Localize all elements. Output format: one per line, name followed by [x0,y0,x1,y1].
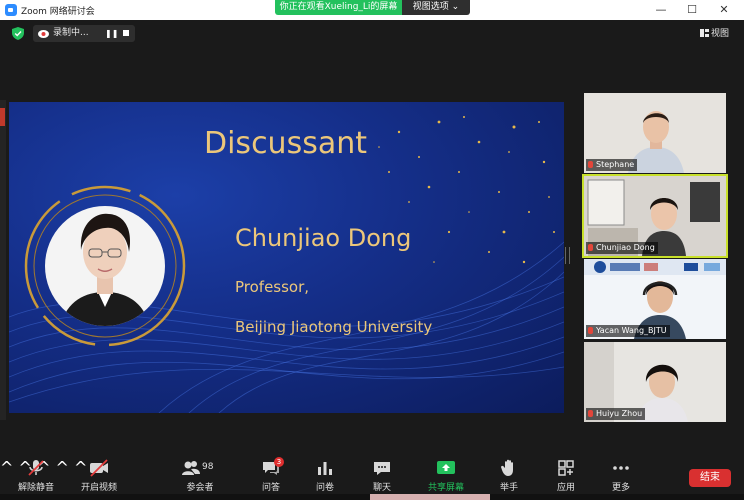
maximize-button[interactable]: ☐ [684,2,700,18]
pause-recording-icon[interactable]: ❚❚ [105,29,118,38]
participants-button[interactable]: 98 参会者 [175,458,225,493]
speaker-organization: Beijing Jiaotong University [235,318,433,336]
stop-recording-icon[interactable] [123,30,129,36]
participant-name-label: Yacan Wang_BJTU [586,325,670,337]
share-screen-button[interactable]: 共享屏幕 [421,458,471,493]
panel-resize-handle[interactable] [565,247,570,264]
cloud-recording-icon [38,30,49,38]
participant-name-label: Chunjiao Dong [586,242,658,254]
start-video-label: 开启视频 [80,483,117,493]
zoom-logo-icon [5,4,17,16]
shared-screen-slide: Discussant Chunjiao Dong Professor, Beij… [9,102,564,413]
muted-mic-icon [588,244,593,251]
participants-icon [182,461,200,475]
view-options-button[interactable]: 视图选项 ⌄ [402,0,470,15]
speaker-role: Professor, [235,278,310,296]
participant-tile[interactable]: Huiyu Zhou [584,342,726,422]
recording-label: 录制中... [53,28,89,38]
bottom-edge-strip [0,494,744,500]
screen-share-banner: 你正在观看Xueling_Li的屏幕 视图选项 ⌄ [275,0,470,15]
polls-button[interactable]: 问卷 [300,458,350,493]
view-button[interactable]: 视图 [700,26,729,39]
apps-button[interactable]: 应用 [541,458,591,493]
chat-bubble-icon [374,462,390,475]
muted-mic-icon [588,410,593,417]
apps-label: 应用 [556,483,575,493]
security-shield-icon[interactable] [12,27,24,40]
qa-label: 问答 [261,483,280,493]
chat-label: 聊天 [372,483,391,493]
unmute-button[interactable]: 解除静音 [11,458,61,493]
polls-bar-chart-icon [318,462,332,475]
left-edge-strip [0,100,6,420]
muted-microphone-icon [28,460,44,476]
grid-view-icon [700,29,709,37]
polls-label: 问卷 [315,483,334,493]
unmute-label: 解除静音 [17,483,54,493]
minimize-button[interactable]: — [653,2,669,18]
participants-count: 98 [202,462,214,472]
participant-tile[interactable]: Stephane [584,93,726,173]
window-title: Zoom 网络研讨会 [21,7,95,17]
recording-indicator: 录制中... ❚❚ [33,25,135,42]
share-screen-icon [437,461,455,474]
participant-name-label: Huiyu Zhou [586,408,646,420]
raise-hand-icon [501,459,513,476]
raise-hand-label: 举手 [499,483,518,493]
qa-button[interactable]: 3 问答 [246,457,296,493]
participant-name-label: Stephane [586,159,638,171]
apps-icon [558,460,574,476]
muted-mic-icon [588,161,593,168]
participants-label: 参会者 [186,483,214,493]
more-button[interactable]: 更多 [596,458,646,493]
participant-tile[interactable]: Yacan Wang_BJTU [584,259,726,339]
close-button[interactable]: ✕ [716,2,732,18]
participant-tile-active-speaker[interactable]: Chunjiao Dong [582,174,728,258]
muted-mic-icon [588,327,593,334]
slide-heading: Discussant [204,126,367,161]
start-video-button[interactable]: 开启视频 [74,458,124,493]
video-off-icon [90,459,108,477]
view-label: 视图 [711,29,730,39]
viewing-share-label: 你正在观看Xueling_Li的屏幕 [275,0,402,15]
qa-count-badge: 3 [274,457,284,467]
chat-button[interactable]: 聊天 [357,458,407,493]
end-meeting-button[interactable]: 结束 [689,469,731,487]
speaker-name: Chunjiao Dong [235,224,412,252]
more-label: 更多 [611,483,630,493]
more-dots-icon [613,466,629,470]
raise-hand-button[interactable]: 举手 [484,458,534,493]
share-screen-label: 共享屏幕 [427,483,464,493]
